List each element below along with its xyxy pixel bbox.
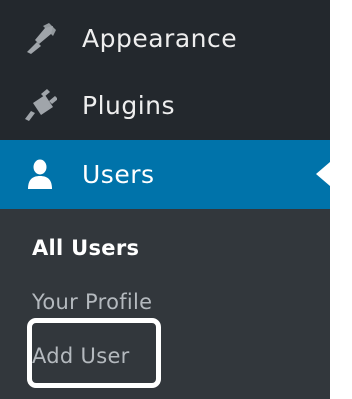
menu-item-users[interactable]: Users bbox=[0, 140, 330, 209]
menu-item-label: Appearance bbox=[82, 24, 238, 53]
menu-item-label: Plugins bbox=[82, 91, 176, 120]
submenu-add-user[interactable]: Add User bbox=[32, 344, 130, 368]
menu-item-plugins[interactable]: Plugins bbox=[0, 71, 330, 140]
user-icon bbox=[23, 158, 57, 192]
plugin-icon bbox=[23, 89, 57, 123]
paintbrush-icon bbox=[23, 22, 57, 56]
menu-item-appearance[interactable]: Appearance bbox=[0, 4, 330, 73]
submenu-your-profile[interactable]: Your Profile bbox=[32, 290, 152, 314]
users-submenu: All Users Your Profile Add User bbox=[0, 209, 330, 399]
menu-item-label: Users bbox=[82, 160, 155, 189]
current-menu-arrow bbox=[316, 162, 330, 186]
submenu-all-users[interactable]: All Users bbox=[32, 236, 139, 260]
admin-sidebar-menu: Appearance Plugins Users All Users Your … bbox=[0, 0, 330, 399]
screenshot-root: Appearance Plugins Users All Users Your … bbox=[0, 0, 352, 399]
